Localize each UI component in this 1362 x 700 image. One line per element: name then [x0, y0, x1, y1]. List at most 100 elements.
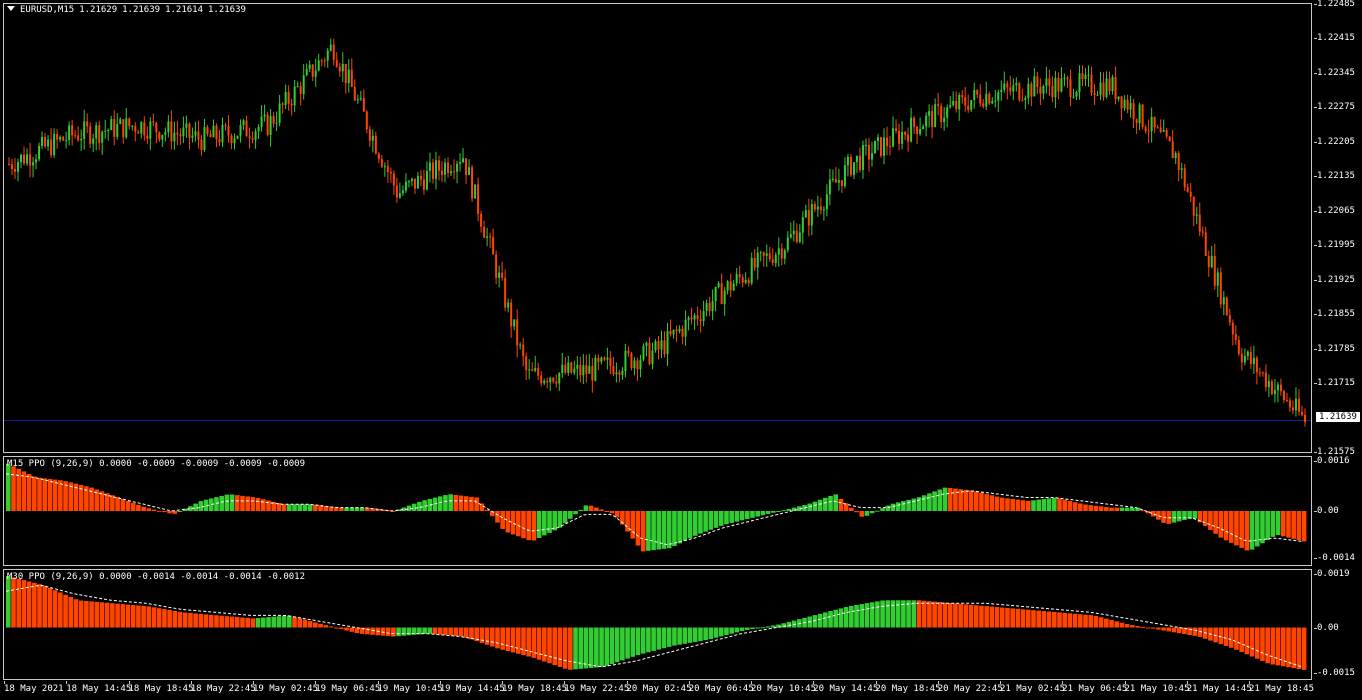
candle	[257, 124, 260, 140]
time-tick: 18 May 14:45	[66, 681, 132, 694]
ppo-bar	[1072, 502, 1078, 511]
candle	[471, 164, 474, 203]
ppo-bar	[115, 603, 120, 628]
candle	[970, 99, 973, 112]
ppo-bar	[156, 608, 162, 628]
ppo-bar	[526, 627, 532, 657]
candle	[209, 130, 212, 138]
ppo-bar	[1104, 507, 1109, 511]
candle	[167, 114, 170, 138]
candle	[546, 377, 549, 389]
ppo-bar	[453, 494, 459, 511]
ppo-bar	[1213, 511, 1218, 534]
ppo-bar	[651, 627, 656, 651]
ppo-bar	[729, 511, 734, 523]
candle	[1213, 243, 1216, 290]
ppo-bar	[724, 627, 729, 636]
collapse-triangle-icon[interactable]	[7, 6, 15, 11]
candle	[792, 220, 795, 242]
ppo-bar	[458, 627, 464, 637]
ppo-bar	[1052, 497, 1057, 511]
ppo-bar	[401, 627, 407, 636]
candle	[53, 128, 56, 159]
ppo-bar	[32, 476, 37, 511]
price-chart-pane[interactable]: EURUSD,M15 1.21629 1.21639 1.21614 1.21639	[3, 3, 1312, 453]
candle	[1120, 96, 1123, 121]
ppo-bar	[1228, 627, 1234, 648]
candle	[371, 129, 374, 153]
candle	[991, 97, 994, 105]
candle	[275, 111, 278, 132]
candle	[441, 160, 443, 182]
candle	[600, 356, 603, 365]
ppo-bar	[646, 627, 651, 653]
ppo-bar	[1104, 618, 1109, 628]
ppo-m15-pane[interactable]: M15 PPO (9,26,9) 0.0000 -0.0009 -0.0009 …	[3, 456, 1312, 566]
ppo-bar	[167, 511, 172, 514]
candle	[1186, 183, 1189, 193]
candle	[624, 343, 627, 378]
ppo-bar	[1025, 609, 1031, 628]
candle	[1273, 379, 1276, 403]
ppo-bar	[1046, 611, 1052, 628]
candle	[901, 121, 904, 150]
ppo-bar	[677, 627, 682, 645]
candle	[1207, 250, 1210, 277]
ppo-bar	[599, 627, 604, 668]
ppo-bar	[271, 616, 277, 628]
ppo-bar	[927, 601, 932, 628]
ppo-bar	[276, 503, 282, 511]
candle	[1141, 103, 1144, 130]
ppo-bar	[963, 604, 969, 628]
candle	[528, 359, 531, 380]
candle	[164, 127, 167, 142]
ppo-bar	[292, 504, 297, 511]
candle	[498, 265, 501, 288]
ppo-bar	[250, 497, 256, 511]
candle	[413, 178, 416, 194]
candle	[344, 63, 347, 94]
candle	[1282, 389, 1285, 404]
candle	[1087, 65, 1090, 87]
ppo-bar	[141, 605, 146, 628]
candle	[726, 280, 729, 295]
ppo-m30-pane[interactable]: M30 PPO (9,26,9) 0.0000 -0.0014 -0.0014 …	[3, 569, 1312, 680]
ppo-bar	[1150, 627, 1156, 629]
time-tick: 21 May 18:45	[1249, 681, 1315, 694]
candle	[134, 122, 137, 142]
candle	[831, 169, 834, 183]
ppo-bar	[136, 605, 141, 628]
ppo-bar	[1223, 511, 1229, 541]
candle	[305, 63, 308, 77]
ppo-bar	[37, 584, 42, 628]
ppo-bar	[198, 501, 204, 511]
candle	[732, 279, 735, 292]
candle	[597, 354, 600, 371]
ppo-bar	[203, 614, 209, 628]
ppo-bar	[1093, 615, 1099, 628]
candle	[955, 91, 958, 113]
candle	[525, 352, 528, 381]
candle	[125, 107, 128, 140]
candle	[579, 356, 582, 383]
candle	[1285, 392, 1288, 403]
candle	[663, 331, 666, 358]
ppo-bar	[11, 466, 16, 511]
ppo-bar	[224, 494, 230, 511]
ppo-bar	[562, 511, 568, 524]
candle	[263, 104, 266, 122]
ppo-bar	[984, 494, 989, 511]
candle	[1144, 124, 1147, 134]
candle	[416, 171, 419, 189]
ppo-bar	[266, 617, 271, 628]
candle	[185, 115, 188, 138]
candle	[1108, 71, 1111, 96]
ppo-bar	[177, 611, 183, 628]
candle	[1303, 408, 1306, 427]
ppo-bar	[1176, 511, 1182, 522]
ppo-bar	[947, 602, 953, 628]
candle	[639, 354, 642, 378]
candle	[636, 357, 639, 381]
ppo-bar	[1301, 627, 1307, 670]
ppo-bar	[750, 511, 755, 518]
